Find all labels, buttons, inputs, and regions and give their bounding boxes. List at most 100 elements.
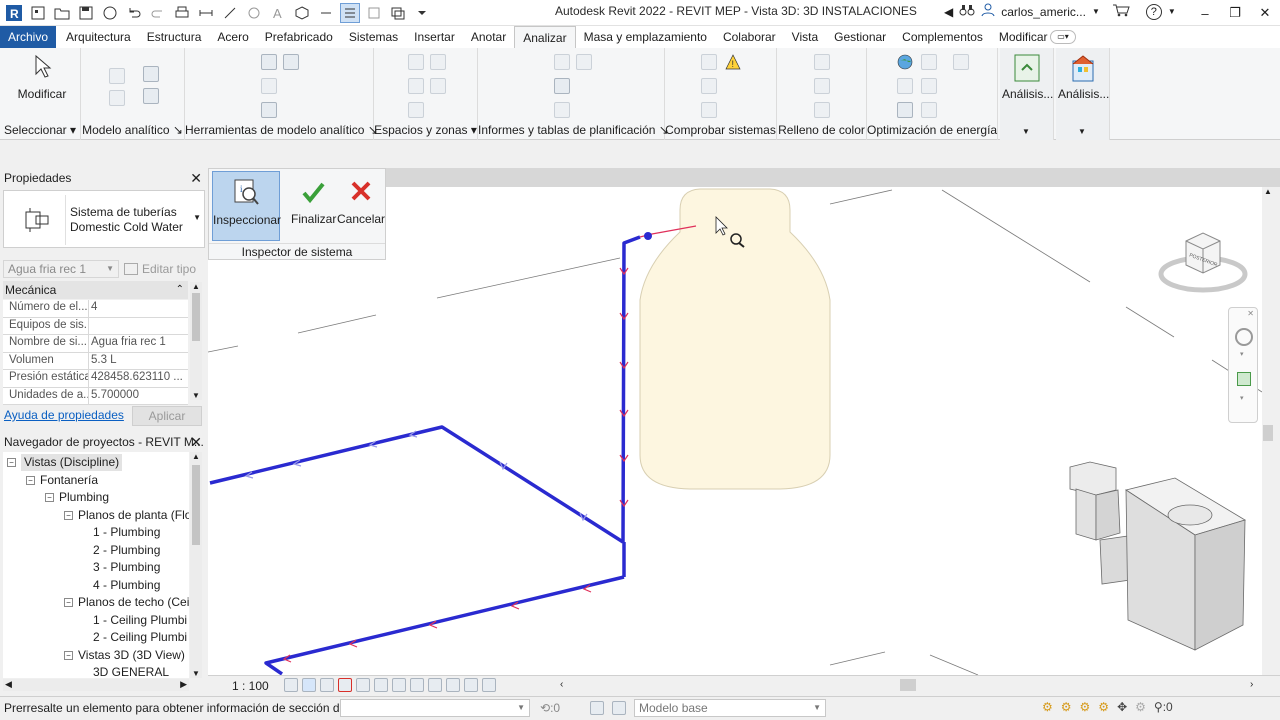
help-dropdown-icon[interactable]: ▼ <box>1168 7 1176 16</box>
crop-view-icon[interactable] <box>356 678 370 692</box>
thin-lines-icon[interactable] <box>340 3 360 23</box>
warning-icon[interactable]: ! <box>725 54 741 73</box>
tree-node[interactable]: 3 - Plumbing <box>93 559 160 576</box>
duct-legend-icon[interactable] <box>814 54 830 70</box>
edit-type-button[interactable]: Editar tipo <box>124 260 204 278</box>
tree-node[interactable]: Planos de planta (Floo <box>78 507 189 524</box>
tab-sistemas[interactable]: Sistemas <box>341 26 406 48</box>
print-icon[interactable] <box>172 3 192 23</box>
tab-insertar[interactable]: Insertar <box>406 26 463 48</box>
expand-toggle-icon[interactable]: − <box>64 650 73 660</box>
user-name[interactable]: carlos_americ... <box>1001 5 1086 19</box>
check-duct-systems-icon[interactable] <box>701 54 717 70</box>
help-icon[interactable]: ? <box>1145 3 1162 20</box>
customize-qat-icon[interactable] <box>412 3 432 23</box>
analytical-floor-icon[interactable] <box>143 88 159 104</box>
type-selector[interactable]: Sistema de tuberías Domestic Cold Water … <box>3 190 205 248</box>
space-separator-icon[interactable] <box>430 54 446 70</box>
shadows-icon[interactable] <box>338 678 352 692</box>
redo-icon[interactable] <box>148 3 168 23</box>
select-pinned-icon[interactable]: ⚙ <box>1080 700 1091 714</box>
group-header-mechanical[interactable]: Mecánica ⌃ <box>3 281 188 299</box>
scroll-thumb[interactable] <box>192 465 200 545</box>
pipe-fitting[interactable] <box>644 232 652 240</box>
analysis-dropdown-2[interactable]: ▼ <box>1078 127 1086 136</box>
drag-elements-icon[interactable]: ✥ <box>1117 700 1127 714</box>
property-row[interactable]: Nombre de si... Agua fria rec 1 <box>3 335 188 353</box>
analysis-button-2[interactable]: Análisis... <box>1058 52 1109 112</box>
expand-toggle-icon[interactable]: − <box>45 493 54 502</box>
lock-view-icon[interactable] <box>392 678 406 692</box>
property-value[interactable]: Agua fria rec 1 <box>91 336 187 348</box>
scroll-down-icon[interactable]: ▼ <box>190 391 202 400</box>
design-option-select[interactable]: Modelo base ▼ <box>634 699 826 717</box>
zoom-dropdown-icon[interactable]: ▾ <box>1240 394 1244 402</box>
maximize-button[interactable]: ❐ <box>1220 0 1250 26</box>
scroll-left-icon[interactable]: ‹ <box>560 679 563 690</box>
close-icon[interactable]: ✕ <box>1247 309 1254 318</box>
close-hidden-icon[interactable] <box>364 3 384 23</box>
user-icon[interactable] <box>981 3 995 20</box>
show-crop-icon[interactable] <box>374 678 388 692</box>
scroll-right-icon[interactable]: › <box>1250 679 1253 690</box>
background-process-icon[interactable]: ⚙ <box>1135 700 1146 714</box>
viewcube[interactable]: POSTERIOR <box>1158 227 1248 297</box>
workset-select[interactable]: ▼ <box>340 699 530 717</box>
steering-wheel-icon[interactable] <box>1235 328 1253 346</box>
duct-pressure-report-icon[interactable] <box>554 54 570 70</box>
property-row[interactable]: Volumen 5.3 L <box>3 352 188 370</box>
tree-node[interactable]: 2 - Ceiling Plumbi <box>93 629 187 646</box>
worksharing-icon[interactable] <box>446 678 460 692</box>
close-icon[interactable]: ✕ <box>190 168 202 188</box>
tab-analizar[interactable]: Analizar <box>514 26 576 48</box>
tab-arquitectura[interactable]: Arquitectura <box>58 26 139 48</box>
space-icon[interactable] <box>408 54 424 70</box>
visual-style-icon[interactable] <box>302 678 316 692</box>
property-value[interactable]: 5.700000 <box>91 389 187 401</box>
consistency-icon[interactable] <box>261 102 277 118</box>
undo-icon[interactable] <box>124 3 144 23</box>
analysis-dropdown-1[interactable]: ▼ <box>1022 127 1030 136</box>
pipe-pressure-report-icon[interactable] <box>576 54 592 70</box>
binoculars-icon[interactable] <box>959 3 975 20</box>
inspect-button[interactable]: i Inspeccionar <box>212 171 281 241</box>
text-icon[interactable]: A <box>268 3 288 23</box>
expand-toggle-icon[interactable]: − <box>7 458 16 467</box>
finish-button[interactable]: Finalizar <box>291 171 336 241</box>
energy-settings-icon[interactable] <box>921 54 937 70</box>
analytical-column-icon[interactable] <box>143 66 159 82</box>
zone-icon[interactable] <box>430 78 446 94</box>
property-row[interactable]: Presión estática 428458.623110 ... <box>3 370 188 388</box>
close-button[interactable]: ✕ <box>1250 0 1280 26</box>
tag-icon[interactable] <box>244 3 264 23</box>
property-value[interactable]: 428458.623110 ... <box>91 371 187 383</box>
dimension-icon[interactable] <box>220 3 240 23</box>
chevron-down-icon[interactable]: ▼ <box>193 213 201 222</box>
results-icon[interactable] <box>897 102 913 118</box>
analysis-button-1[interactable]: Análisis... <box>1002 52 1053 112</box>
property-value[interactable]: 5.3 L <box>91 354 187 366</box>
space-tag-icon[interactable] <box>408 78 424 94</box>
viewport-vscrollbar[interactable]: ▲ <box>1262 187 1274 675</box>
cancel-button[interactable]: Cancelar <box>337 171 385 241</box>
ribbon-minimize-toggle[interactable]: ▭▾ <box>1050 30 1076 44</box>
detail-level-icon[interactable] <box>284 678 298 692</box>
schedule-icon[interactable] <box>554 78 570 94</box>
tab-gestionar[interactable]: Gestionar <box>826 26 894 48</box>
open-icon[interactable] <box>52 3 72 23</box>
tab-estructura[interactable]: Estructura <box>139 26 210 48</box>
measure-icon[interactable] <box>196 3 216 23</box>
compare-icon[interactable] <box>921 102 937 118</box>
tab-archivo[interactable]: Archivo <box>0 26 57 48</box>
energy-model-icon[interactable] <box>953 54 969 70</box>
property-value[interactable]: 4 <box>91 301 187 313</box>
chevron-down-icon[interactable]: ▼ <box>1092 7 1100 16</box>
sun-path-icon[interactable] <box>320 678 334 692</box>
property-row[interactable]: Número de el... 4 <box>3 300 188 318</box>
temp-hide-icon[interactable] <box>410 678 424 692</box>
properties-scrollbar[interactable]: ▲ ▼ <box>190 282 202 400</box>
globe-icon[interactable] <box>897 54 913 73</box>
tab-anotar[interactable]: Anotar <box>463 26 514 48</box>
filter-icon[interactable]: ⚲:0 <box>1154 700 1173 714</box>
model-canvas[interactable] <box>208 187 1262 675</box>
